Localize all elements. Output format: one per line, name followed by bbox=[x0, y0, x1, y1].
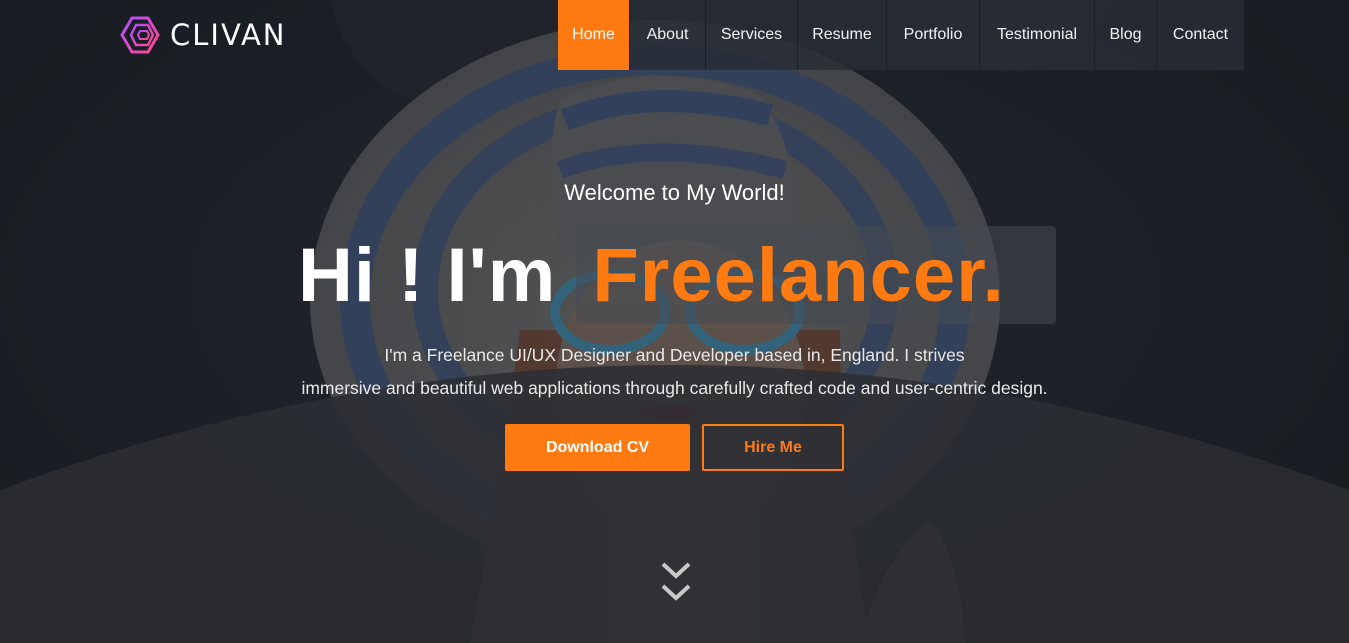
hexagon-logo-icon bbox=[120, 16, 160, 54]
description-line-1: I'm a Freelance UI/UX Designer and Devel… bbox=[384, 345, 965, 365]
nav-item-testimonial[interactable]: Testimonial bbox=[980, 0, 1095, 70]
nav-item-services[interactable]: Services bbox=[706, 0, 798, 70]
nav-item-resume[interactable]: Resume bbox=[798, 0, 887, 70]
main-navigation: Home About Services Resume Portfolio Tes… bbox=[558, 0, 1245, 70]
double-chevron-down-icon[interactable] bbox=[660, 560, 692, 606]
headline-greeting: Hi ! I'm bbox=[298, 232, 557, 318]
welcome-subtitle: Welcome to My World! bbox=[564, 180, 785, 205]
nav-item-portfolio[interactable]: Portfolio bbox=[887, 0, 980, 70]
brand-name: CLIVAN bbox=[170, 18, 287, 52]
nav-item-about[interactable]: About bbox=[630, 0, 706, 70]
brand-logo[interactable]: CLIVAN bbox=[120, 16, 286, 54]
nav-item-blog[interactable]: Blog bbox=[1095, 0, 1157, 70]
description-line-2: immersive and beautiful web applications… bbox=[301, 378, 1048, 398]
nav-item-home[interactable]: Home bbox=[558, 0, 630, 70]
typed-word-box: Freelancer. bbox=[576, 226, 1057, 324]
headline-typed-word: Freelancer. bbox=[592, 232, 1005, 318]
hero-headline: Hi ! I'm Freelancer. bbox=[298, 226, 1057, 324]
hero-description: I'm a Freelance UI/UX Designer and Devel… bbox=[0, 339, 1349, 405]
nav-item-contact[interactable]: Contact bbox=[1157, 0, 1245, 70]
hire-me-button[interactable]: Hire Me bbox=[702, 424, 844, 471]
download-cv-button[interactable]: Download CV bbox=[505, 424, 690, 471]
